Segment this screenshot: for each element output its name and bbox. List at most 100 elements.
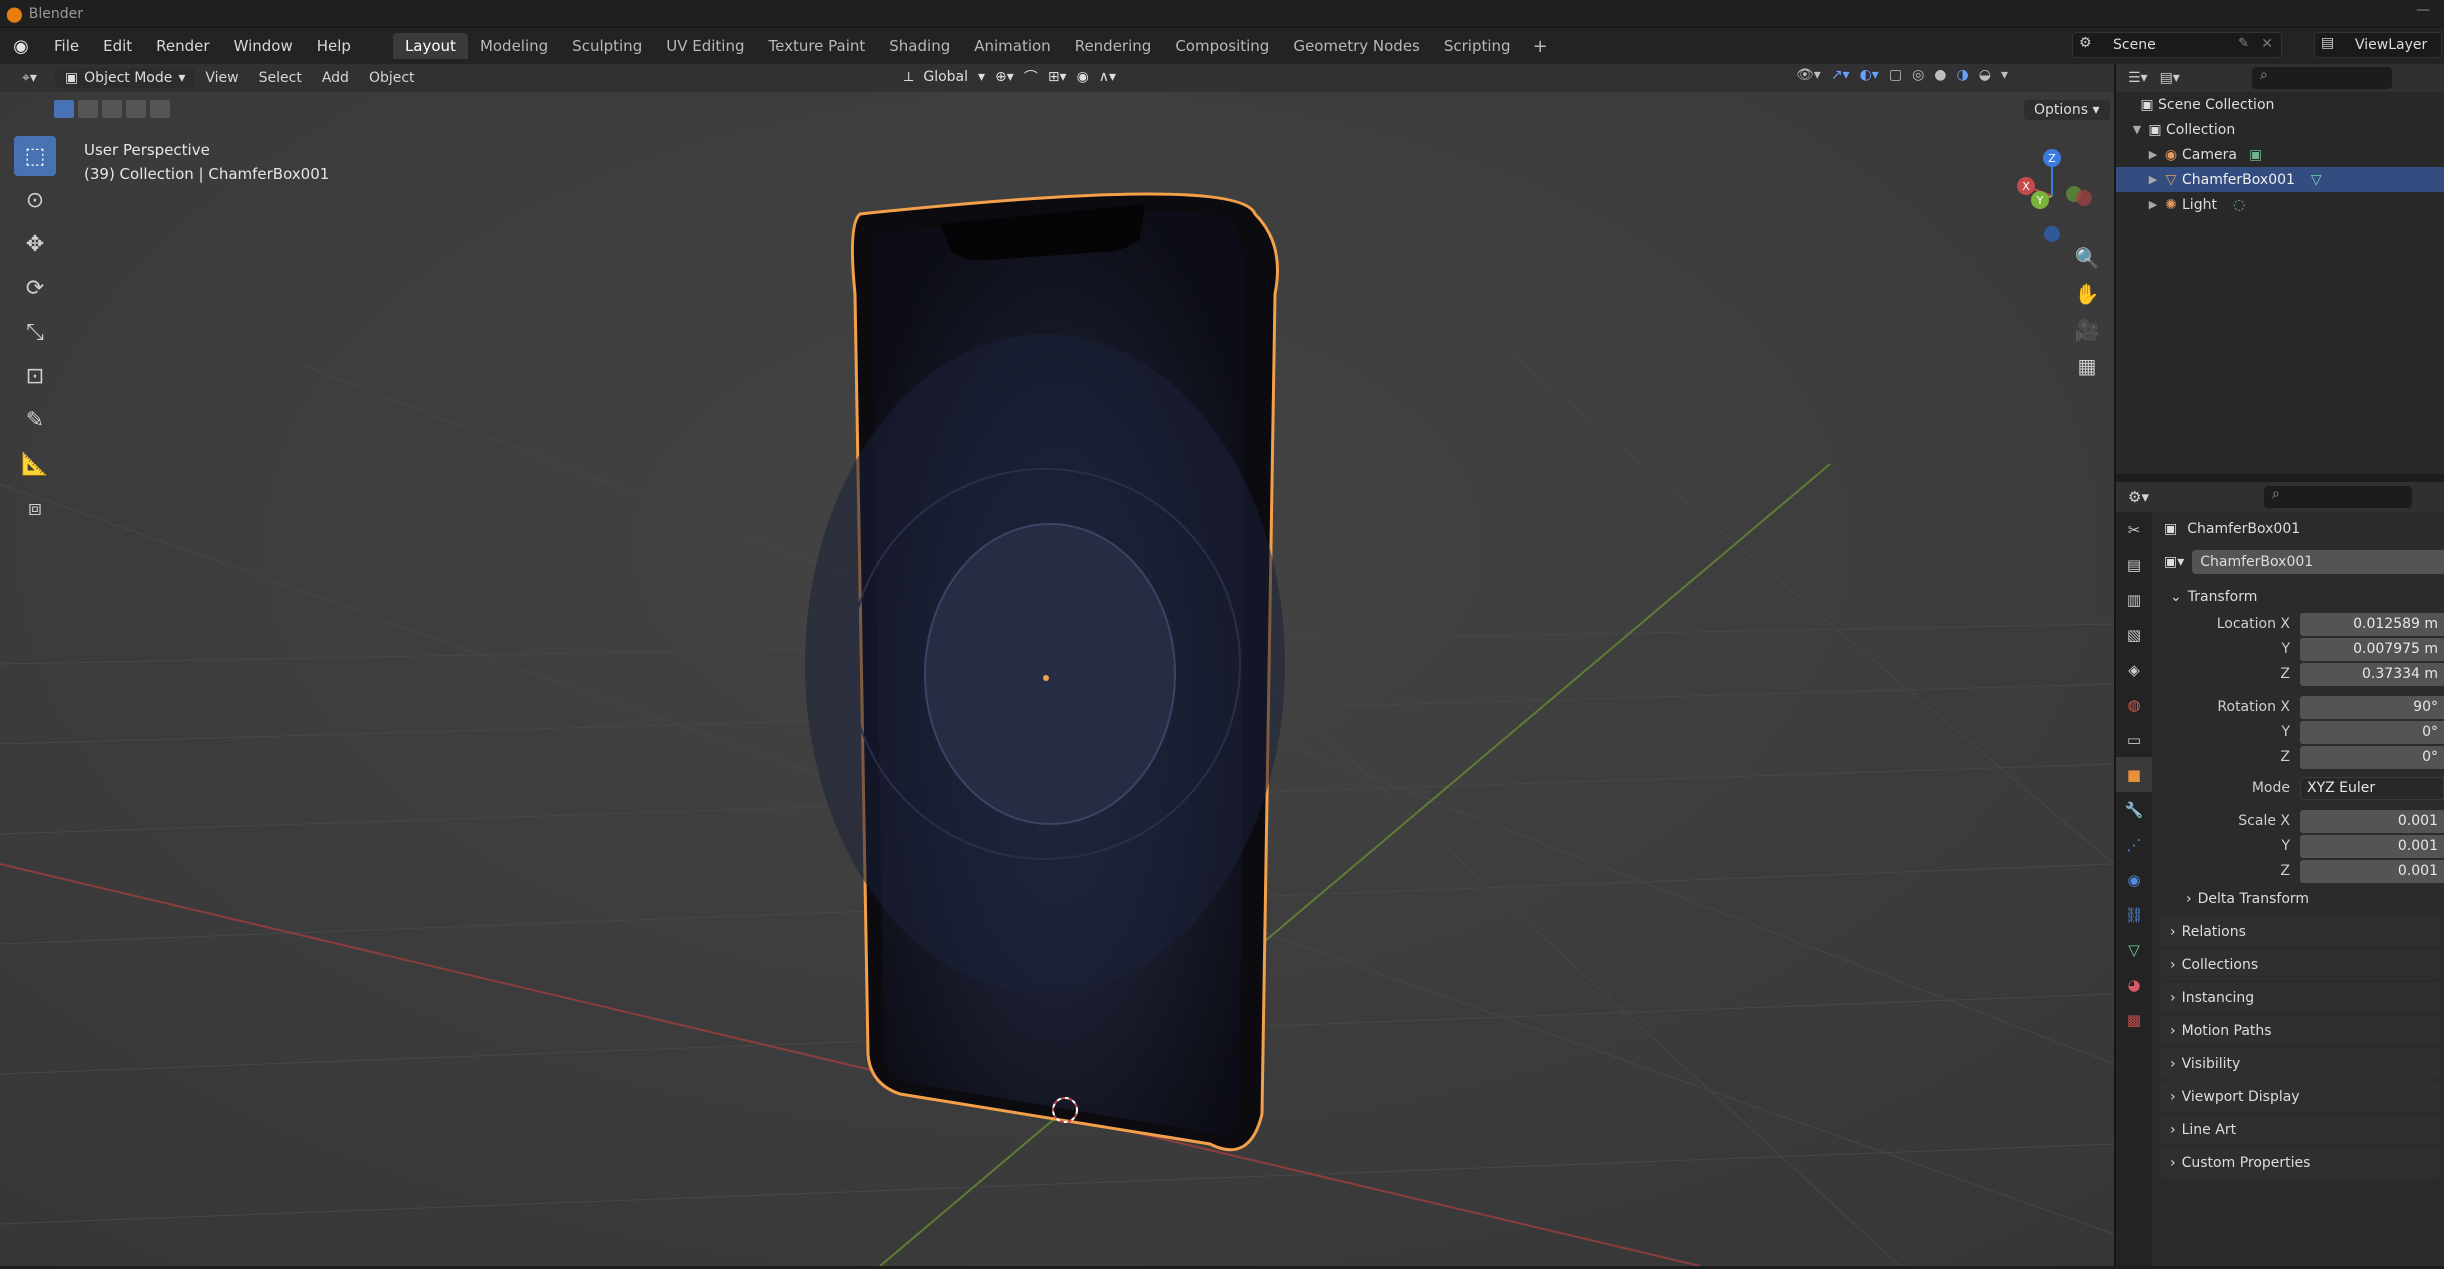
tab-shading[interactable]: Shading xyxy=(877,33,962,59)
outliner-search-input[interactable]: ⌕ xyxy=(2252,67,2392,89)
rendered-shading-icon[interactable]: ◒ xyxy=(1979,67,1991,83)
properties-search-input[interactable]: ⌕ xyxy=(2264,486,2412,508)
navigation-gizmo[interactable]: Z X Y xyxy=(2004,140,2104,250)
3d-viewport[interactable]: ⌖▾ ▣ Object Mode ▾ View Select Add Objec… xyxy=(0,64,2114,1266)
proportional-edit-icon[interactable]: ◉ xyxy=(1077,69,1089,85)
data-tab-icon[interactable]: ▽ xyxy=(2116,932,2152,967)
tab-compositing[interactable]: Compositing xyxy=(1163,33,1281,59)
gizmo-icon[interactable]: ↗▾ xyxy=(1831,67,1850,83)
tab-animation[interactable]: Animation xyxy=(962,33,1062,59)
world-tab-icon[interactable]: ◍ xyxy=(2116,687,2152,722)
falloff-icon[interactable]: ∧▾ xyxy=(1099,69,1116,85)
object-type-icon[interactable]: ▣▾ xyxy=(2164,554,2184,570)
menu-render[interactable]: Render xyxy=(144,37,221,55)
chevron-down-icon[interactable]: ▾ xyxy=(2001,67,2008,83)
collections-panel-header[interactable]: › Collections xyxy=(2160,949,2440,980)
tab-uv-editing[interactable]: UV Editing xyxy=(654,33,756,59)
render-tab-icon[interactable]: ▤ xyxy=(2116,547,2152,582)
wireframe-shading-icon[interactable]: ◎ xyxy=(1912,67,1924,83)
outliner-item-chamferbox[interactable]: ▶ ▽ ChamferBox001 ▽ xyxy=(2116,167,2444,192)
add-workspace-icon[interactable]: + xyxy=(1523,36,1558,57)
phone-object[interactable] xyxy=(805,192,1285,1152)
modifier-tab-icon[interactable]: 🔧 xyxy=(2116,792,2152,827)
expand-arrow-icon[interactable]: ▶ xyxy=(2146,198,2160,211)
physics-tab-icon[interactable]: ◉ xyxy=(2116,862,2152,897)
outliner-item-light[interactable]: ▶ ✺ Light ◌ xyxy=(2116,192,2444,217)
rotation-x-field[interactable]: 90° xyxy=(2300,695,2444,719)
location-y-field[interactable]: 0.007975 m xyxy=(2300,637,2444,661)
move-tool-icon[interactable]: ✥ xyxy=(14,224,56,264)
output-tab-icon[interactable]: ▥ xyxy=(2116,582,2152,617)
expand-arrow-icon[interactable]: ▼ xyxy=(2130,123,2144,136)
expand-arrow-icon[interactable]: ▶ xyxy=(2146,173,2160,186)
particles-tab-icon[interactable]: ⋰ xyxy=(2116,827,2152,862)
add-cube-tool-icon[interactable]: ⧈ xyxy=(14,488,56,528)
pin-icon[interactable]: ✎ xyxy=(2238,36,2249,51)
outliner-editor-icon[interactable]: ☰▾ xyxy=(2128,70,2148,86)
rotation-z-field[interactable]: 0° xyxy=(2300,745,2444,769)
scene-tab-icon[interactable]: ◈ xyxy=(2116,652,2152,687)
properties-editor-icon[interactable]: ⚙▾ xyxy=(2128,488,2149,506)
minimize-icon[interactable]: — xyxy=(2416,2,2430,18)
camera-view-icon[interactable]: 🎥 xyxy=(2070,312,2104,348)
menu-select[interactable]: Select xyxy=(249,68,312,88)
overlays-icon[interactable]: ◐▾ xyxy=(1860,67,1879,83)
select-mode-new-icon[interactable] xyxy=(54,100,74,118)
blender-menu-icon[interactable]: ◉ xyxy=(0,36,42,57)
rotate-tool-icon[interactable]: ⟳ xyxy=(14,268,56,308)
measure-tool-icon[interactable]: 📐 xyxy=(14,444,56,484)
select-mode-invert-icon[interactable] xyxy=(126,100,146,118)
object-name-field[interactable]: ChamferBox001 xyxy=(2192,550,2444,574)
menu-help[interactable]: Help xyxy=(305,37,363,55)
light-data-icon[interactable]: ◌ xyxy=(2233,197,2245,213)
scale-z-field[interactable]: 0.001 xyxy=(2300,859,2444,883)
motion-paths-panel-header[interactable]: › Motion Paths xyxy=(2160,1015,2440,1046)
custom-properties-panel-header[interactable]: › Custom Properties xyxy=(2160,1147,2440,1178)
tab-texture-paint[interactable]: Texture Paint xyxy=(756,33,877,59)
material-shading-icon[interactable]: ◑ xyxy=(1957,67,1969,83)
menu-window[interactable]: Window xyxy=(222,37,305,55)
pivot-icon[interactable]: ⊕▾ xyxy=(995,69,1014,85)
line-art-panel-header[interactable]: › Line Art xyxy=(2160,1114,2440,1145)
perspective-toggle-icon[interactable]: ▦ xyxy=(2070,348,2104,384)
location-x-field[interactable]: 0.012589 m xyxy=(2300,612,2444,636)
display-mode-icon[interactable]: ▤▾ xyxy=(2160,70,2180,86)
texture-tab-icon[interactable]: ▩ xyxy=(2116,1002,2152,1037)
relations-panel-header[interactable]: › Relations xyxy=(2160,916,2440,947)
close-icon[interactable]: ✕ xyxy=(2261,36,2273,52)
outliner-item-camera[interactable]: ▶ ◉ Camera ▣ xyxy=(2116,142,2444,167)
annotate-tool-icon[interactable]: ✎ xyxy=(14,400,56,440)
instancing-panel-header[interactable]: › Instancing xyxy=(2160,982,2440,1013)
menu-edit[interactable]: Edit xyxy=(91,37,144,55)
tool-tab-icon[interactable]: ✂ xyxy=(2116,512,2152,547)
menu-add[interactable]: Add xyxy=(312,68,359,88)
transform-orientation[interactable]: ⟂ Global ▾ ⊕▾ ⌒ ⊞▾ ◉ ∧▾ xyxy=(904,67,1116,87)
tab-rendering[interactable]: Rendering xyxy=(1063,33,1164,59)
scene-field[interactable]: ⚙ Scene ✎ ✕ xyxy=(2072,32,2282,58)
mesh-data-icon[interactable]: ▽ xyxy=(2311,172,2322,188)
transform-tool-icon[interactable]: ⊡ xyxy=(14,356,56,396)
rotation-mode-select[interactable]: XYZ Euler xyxy=(2300,776,2444,800)
view-layer-field[interactable]: ▤ ViewLayer xyxy=(2314,32,2442,58)
object-tab-icon[interactable]: ■ xyxy=(2116,757,2152,792)
mode-selector[interactable]: ▣ Object Mode ▾ xyxy=(54,68,196,88)
options-button[interactable]: Options ▾ xyxy=(2024,100,2110,120)
material-tab-icon[interactable]: ◕ xyxy=(2116,967,2152,1002)
view-layer-tab-icon[interactable]: ▧ xyxy=(2116,617,2152,652)
visibility-panel-header[interactable]: › Visibility xyxy=(2160,1048,2440,1079)
snap-icon[interactable]: ⌒ xyxy=(1024,67,1038,87)
xray-icon[interactable]: ▢ xyxy=(1889,67,1902,83)
visibility-icon[interactable]: 👁▾ xyxy=(1796,67,1821,83)
transform-panel-header[interactable]: ⌄ Transform xyxy=(2156,582,2444,612)
cursor-tool-icon[interactable]: ⊙ xyxy=(14,180,56,220)
editor-type-icon[interactable]: ⌖▾ xyxy=(12,68,47,88)
constraints-tab-icon[interactable]: ⛓ xyxy=(2116,897,2152,932)
expand-arrow-icon[interactable]: ▶ xyxy=(2146,148,2160,161)
camera-data-icon[interactable]: ▣ xyxy=(2249,147,2262,163)
select-mode-extend-icon[interactable] xyxy=(78,100,98,118)
pan-hand-icon[interactable]: ✋ xyxy=(2070,276,2104,312)
select-mode-intersect-icon[interactable] xyxy=(150,100,170,118)
rotation-y-field[interactable]: 0° xyxy=(2300,720,2444,744)
snap-target-icon[interactable]: ⊞▾ xyxy=(1048,69,1067,85)
tab-geometry-nodes[interactable]: Geometry Nodes xyxy=(1281,33,1432,59)
